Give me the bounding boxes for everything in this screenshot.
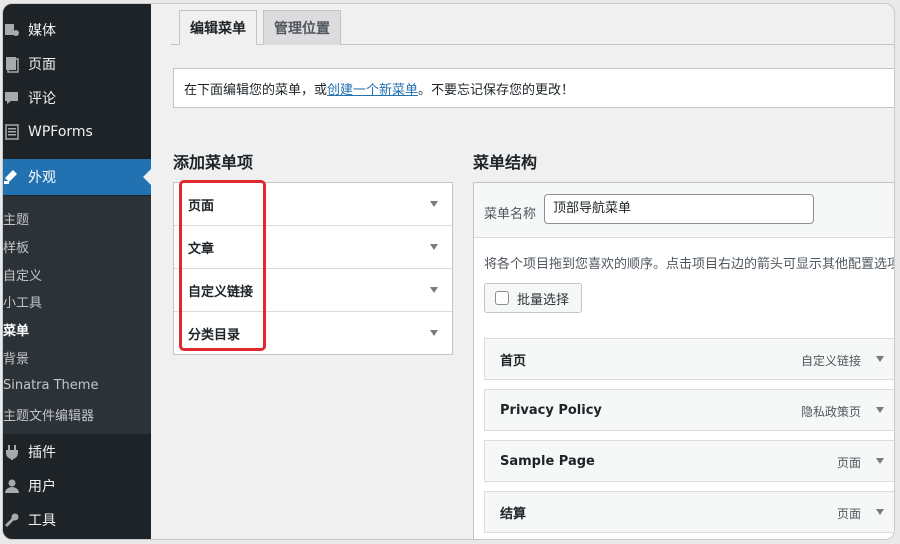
sidebar-item-label: 外观 [28,170,56,186]
accordion-section-custom-links[interactable]: 自定义链接 [174,269,452,312]
menu-item-title: 结算 [500,506,527,522]
sidebar-item-media[interactable]: 媒体 [3,13,151,47]
menu-structure-heading: 菜单结构 [473,153,538,172]
main-content: 编辑菜单 管理位置 在下面编辑您的菜单，或 创建一个新菜单 。不要忘记保存您的更… [151,4,894,539]
plugins-icon [3,442,25,462]
sidebar-item-label: 页面 [28,57,56,73]
caret-down-icon[interactable] [876,407,884,413]
sidebar-item-wpforms[interactable]: WPForms [3,115,151,149]
manage-menus-notice: 在下面编辑您的菜单，或 创建一个新菜单 。不要忘记保存您的更改！ [173,68,894,108]
menu-item-type: 页面 [836,507,861,521]
pages-icon [3,54,25,74]
wpforms-icon [3,122,25,142]
tools-icon [3,510,25,530]
add-menu-items-heading: 添加菜单项 [173,153,254,172]
create-new-menu-link[interactable]: 创建一个新菜单 [327,79,418,98]
menu-item-card[interactable]: Privacy Policy 隐私政策页 [484,389,894,431]
accordion-section-title: 文章 [188,241,215,257]
sidebar-item-label: 媒体 [28,23,56,39]
comments-icon [3,88,25,108]
menu-item-card[interactable]: Sample Page 页面 [484,440,894,482]
submenu-item-widgets[interactable]: 小工具 [3,292,42,311]
sidebar-item-label: WPForms [28,124,93,140]
menu-item-type: 页面 [836,456,861,470]
caret-down-icon[interactable] [430,201,438,207]
menu-item-type: 自定义链接 [800,354,861,368]
submenu-item-sinatra-theme[interactable]: Sinatra Theme [3,378,98,393]
bulk-select-label: 批量选择 [517,292,570,308]
caret-down-icon[interactable] [430,330,438,336]
accordion-section-categories[interactable]: 分类目录 [174,312,452,355]
sidebar-item-label: 插件 [28,445,56,461]
accordion-section-posts[interactable]: 文章 [174,226,452,269]
menu-name-label: 菜单名称 [484,207,537,222]
users-icon [3,476,25,496]
sidebar-item-plugins[interactable]: 插件 [3,435,151,469]
sidebar-item-comments[interactable]: 评论 [3,81,151,115]
media-icon [3,20,25,40]
sidebar-item-label: 用户 [28,479,56,495]
appearance-icon [3,167,25,187]
accordion-section-title: 页面 [188,198,215,214]
sidebar-item-pages[interactable]: 页面 [3,47,151,81]
accordion-section-title: 分类目录 [188,328,241,343]
sidebar-item-label: 评论 [28,91,56,107]
menu-item-card[interactable]: 首页 自定义链接 [484,338,894,380]
submenu-item-patterns[interactable]: 样板 [3,237,29,256]
menu-item-type: 隐私政策页 [800,405,861,419]
menu-name-row: 菜单名称 顶部导航菜单 [474,183,894,238]
drag-instructions: 将各个项目拖到您喜欢的顺序。点击项目右边的箭头可显示其他配置选项 [484,257,895,272]
tab-edit-menus[interactable]: 编辑菜单 [179,10,257,45]
sidebar-item-label: 工具 [28,513,56,529]
submenu-item-background[interactable]: 背景 [3,348,29,367]
menu-name-input[interactable]: 顶部导航菜单 [544,194,814,224]
menu-item-title: 首页 [500,353,527,369]
submenu-item-menus[interactable]: 菜单 [3,320,29,339]
notice-text-after: 。不要忘记保存您的更改！ [418,82,575,98]
accordion-section-title: 自定义链接 [188,284,254,300]
sidebar-item-tools[interactable]: 工具 [3,503,151,537]
menu-item-title: Privacy Policy [500,402,602,418]
caret-down-icon[interactable] [430,287,438,293]
sidebar-item-appearance[interactable]: 外观 [3,159,151,195]
bulk-select-checkbox[interactable] [495,291,509,305]
menu-item-card[interactable]: 结算 页面 [484,491,894,533]
submenu-item-customize[interactable]: 自定义 [3,265,42,284]
caret-down-icon[interactable] [876,509,884,515]
tab-manage-locations[interactable]: 管理位置 [263,10,341,45]
caret-down-icon[interactable] [876,458,884,464]
caret-down-icon[interactable] [876,356,884,362]
nav-tabs: 编辑菜单 管理位置 [179,10,341,45]
notice-text-before: 在下面编辑您的菜单，或 [184,82,328,98]
menu-item-title: Sample Page [500,453,595,469]
accordion-section-pages[interactable]: 页面 [174,183,452,226]
caret-down-icon[interactable] [430,244,438,250]
bulk-select-toggle[interactable]: 批量选择 [484,283,582,313]
submenu-item-theme-editor[interactable]: 主题文件编辑器 [3,405,94,424]
appearance-submenu: 主题 样板 自定义 小工具 菜单 背景 Sinatra Theme 主题文件编辑… [3,196,151,434]
sidebar-item-users[interactable]: 用户 [3,469,151,503]
window-frame: 媒体 页面 评论 WPForms 外观 主题 样板 自定义 小工具 菜单 背景 … [2,3,895,540]
submenu-item-themes[interactable]: 主题 [3,209,29,228]
admin-sidebar: 媒体 页面 评论 WPForms 外观 主题 样板 自定义 小工具 菜单 背景 … [3,4,151,539]
menu-structure-panel: 菜单名称 顶部导航菜单 将各个项目拖到您喜欢的顺序。点击项目右边的箭头可显示其他… [473,182,895,539]
add-menu-items-accordion: 页面 文章 自定义链接 分类目录 [173,182,453,355]
